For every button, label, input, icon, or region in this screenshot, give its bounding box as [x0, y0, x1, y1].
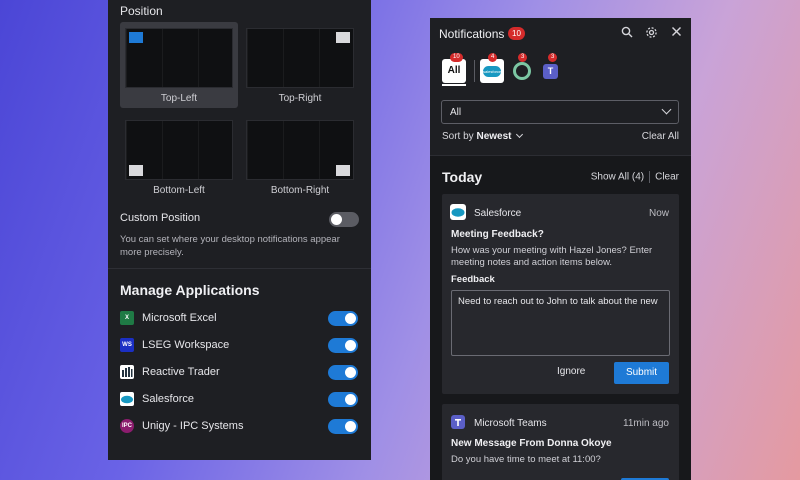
custom-position-label: Custom Position: [120, 212, 201, 224]
filter-tab-teams[interactable]: T 3: [540, 53, 564, 83]
notification-list: Today Show All (4) Clear Salesforce Now M…: [430, 155, 691, 480]
section-divider: [108, 268, 371, 269]
position-option-bottom-left[interactable]: Bottom-Left: [120, 114, 238, 200]
sort-prefix: Sort by: [442, 131, 477, 142]
position-marker: [129, 165, 143, 176]
app-name: Salesforce: [142, 393, 194, 405]
sort-control[interactable]: Sort by Newest: [442, 130, 524, 142]
salesforce-icon: [450, 204, 466, 220]
notifications-title: Notifications: [439, 27, 505, 41]
notifications-header: Notifications 10: [430, 18, 691, 48]
filter-tab-count: 4: [488, 53, 498, 62]
notification-filter-select[interactable]: All: [441, 100, 679, 124]
search-icon[interactable]: [620, 26, 634, 40]
card-timestamp: 11min ago: [623, 418, 669, 429]
position-preview: [125, 28, 233, 88]
tab-separator: [474, 60, 475, 82]
position-preview: [246, 120, 354, 180]
group-actions: Show All (4) Clear: [591, 171, 679, 183]
card-body: How was your meeting with Hazel Jones? E…: [451, 245, 653, 268]
app-row-lseg-workspace: WS LSEG Workspace: [120, 337, 360, 355]
ignore-button[interactable]: Ignore: [557, 366, 585, 377]
position-preview: [246, 28, 354, 88]
position-label: Bottom-Left: [153, 185, 205, 196]
salesforce-icon: salesforce: [483, 66, 501, 77]
app-row-reactive-trader: Reactive Trader: [120, 364, 360, 382]
filter-tab-label: All: [447, 65, 461, 76]
position-marker: [336, 32, 350, 43]
unigy-icon: IPC: [120, 419, 134, 433]
card-title: Meeting Feedback?: [451, 229, 544, 240]
filter-tab-count: 10: [450, 53, 463, 62]
filter-tab-count: 3: [518, 53, 528, 62]
select-value: All: [450, 107, 462, 118]
app-row-salesforce: Salesforce: [120, 391, 360, 409]
card-app-name: Microsoft Teams: [474, 418, 547, 429]
clear-group-button[interactable]: Clear: [655, 172, 679, 183]
position-option-top-left[interactable]: Top-Left: [120, 22, 238, 108]
app-toggle-salesforce[interactable]: [328, 392, 358, 407]
card-body: Do you have time to meet at 11:00?: [451, 454, 601, 465]
position-label: Bottom-Right: [270, 185, 330, 196]
close-icon[interactable]: [669, 26, 683, 40]
position-option-bottom-right[interactable]: Bottom-Right: [241, 114, 359, 200]
feedback-textarea[interactable]: Need to reach out to John to talk about …: [451, 290, 670, 356]
filter-tab-count: 3: [548, 53, 558, 62]
position-section-title: Position: [120, 4, 163, 18]
clear-all-button[interactable]: Clear All: [642, 131, 679, 142]
filter-tab-salesforce[interactable]: salesforce 4: [480, 53, 504, 83]
chevron-down-icon: [516, 130, 524, 139]
filter-tab-all[interactable]: All 10: [442, 53, 466, 86]
gear-icon[interactable]: [644, 26, 658, 40]
custom-position-description: You can set where your desktop notificat…: [120, 234, 340, 258]
filter-tab-ring-app[interactable]: 3: [510, 53, 534, 83]
group-title-today: Today: [442, 169, 483, 185]
chevron-down-icon: [661, 104, 672, 115]
position-label: Top-Left: [160, 93, 198, 104]
notification-card: Salesforce Now Meeting Feedback? How was…: [442, 194, 679, 394]
notifications-count-badge: 10: [508, 27, 525, 40]
sort-row: Sort by Newest Clear All: [442, 130, 679, 145]
custom-position-row: Custom Position: [120, 212, 359, 227]
custom-position-toggle[interactable]: [329, 212, 359, 227]
app-name: Reactive Trader: [142, 366, 220, 378]
excel-icon: X: [120, 311, 134, 325]
card-title: New Message From Donna Okoye: [451, 438, 612, 449]
app-toggle-reactive-trader[interactable]: [328, 365, 358, 380]
notification-card: Microsoft Teams 11min ago New Message Fr…: [442, 404, 679, 480]
notification-settings-panel: Position Top-Left Top-Right Bottom-Left …: [108, 0, 371, 460]
app-row-microsoft-excel: X Microsoft Excel: [120, 310, 360, 328]
teams-icon: T: [543, 64, 558, 79]
app-name: Microsoft Excel: [142, 312, 217, 324]
app-row-unigy: IPC Unigy - IPC Systems: [120, 418, 360, 436]
sort-value: Newest: [476, 131, 512, 142]
teams-icon: [451, 415, 465, 429]
reactive-trader-icon: [120, 365, 134, 379]
feedback-label: Feedback: [451, 274, 495, 285]
position-marker: [336, 165, 350, 176]
position-option-top-right[interactable]: Top-Right: [241, 22, 359, 108]
card-app-name: Salesforce: [474, 208, 522, 219]
card-timestamp: Now: [648, 208, 669, 219]
salesforce-icon: [120, 392, 134, 406]
notifications-panel: Notifications 10 All 10 salesforce 4 3 T…: [430, 18, 691, 480]
position-label: Top-Right: [278, 93, 322, 104]
show-all-button[interactable]: Show All (4): [591, 172, 644, 183]
submit-button[interactable]: Submit: [614, 362, 669, 384]
lseg-icon: WS: [120, 338, 134, 352]
app-name: LSEG Workspace: [142, 339, 230, 351]
app-toggle-microsoft-excel[interactable]: [328, 311, 358, 326]
app-toggle-unigy[interactable]: [328, 419, 358, 434]
app-name: Unigy - IPC Systems: [142, 420, 244, 432]
manage-applications-title: Manage Applications: [120, 282, 260, 298]
app-toggle-lseg-workspace[interactable]: [328, 338, 358, 353]
position-preview: [125, 120, 233, 180]
app-filter-tabs: All 10 salesforce 4 3 T 3: [440, 53, 681, 86]
ring-app-icon: [513, 62, 531, 80]
action-separator: [649, 171, 651, 183]
position-marker: [129, 32, 143, 43]
